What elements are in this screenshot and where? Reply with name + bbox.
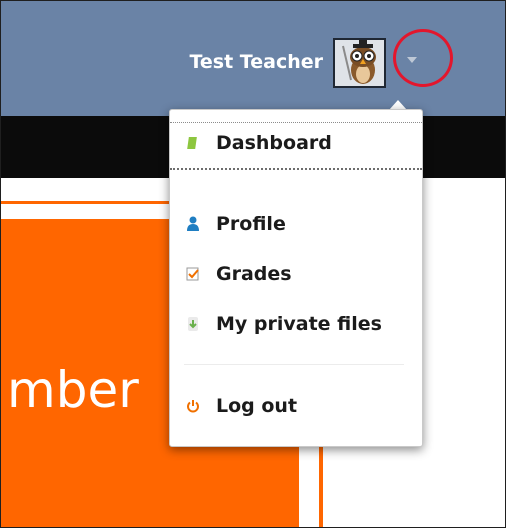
user-icon (184, 215, 202, 233)
user-name[interactable]: Test Teacher (189, 51, 323, 73)
owl-avatar-icon (335, 40, 384, 86)
menu-item-dashboard[interactable]: Dashboard (184, 132, 332, 154)
files-icon (184, 315, 202, 333)
menu-item-label: Grades (216, 263, 292, 285)
menu-item-private-files[interactable]: My private files (184, 313, 382, 335)
menu-divider (184, 364, 404, 365)
highlight-circle (393, 29, 453, 87)
menu-item-grades[interactable]: Grades (184, 263, 292, 285)
menu-item-profile[interactable]: Profile (184, 213, 286, 235)
grades-icon (184, 265, 202, 283)
screenshot-frame: Test Teacher mber Dashboard Profile Grad… (0, 0, 506, 528)
dashboard-icon (184, 134, 202, 152)
menu-item-label: Profile (216, 213, 286, 235)
power-icon (184, 397, 202, 415)
menu-item-label: Log out (216, 395, 298, 417)
banner-text: mber (7, 361, 139, 419)
menu-item-logout[interactable]: Log out (184, 395, 297, 417)
menu-item-label: Dashboard (216, 132, 332, 154)
page-header: Test Teacher (1, 1, 505, 116)
user-menu: Dashboard Profile Grades My private file… (169, 109, 423, 447)
menu-item-label: My private files (216, 313, 382, 335)
avatar[interactable] (333, 38, 386, 88)
